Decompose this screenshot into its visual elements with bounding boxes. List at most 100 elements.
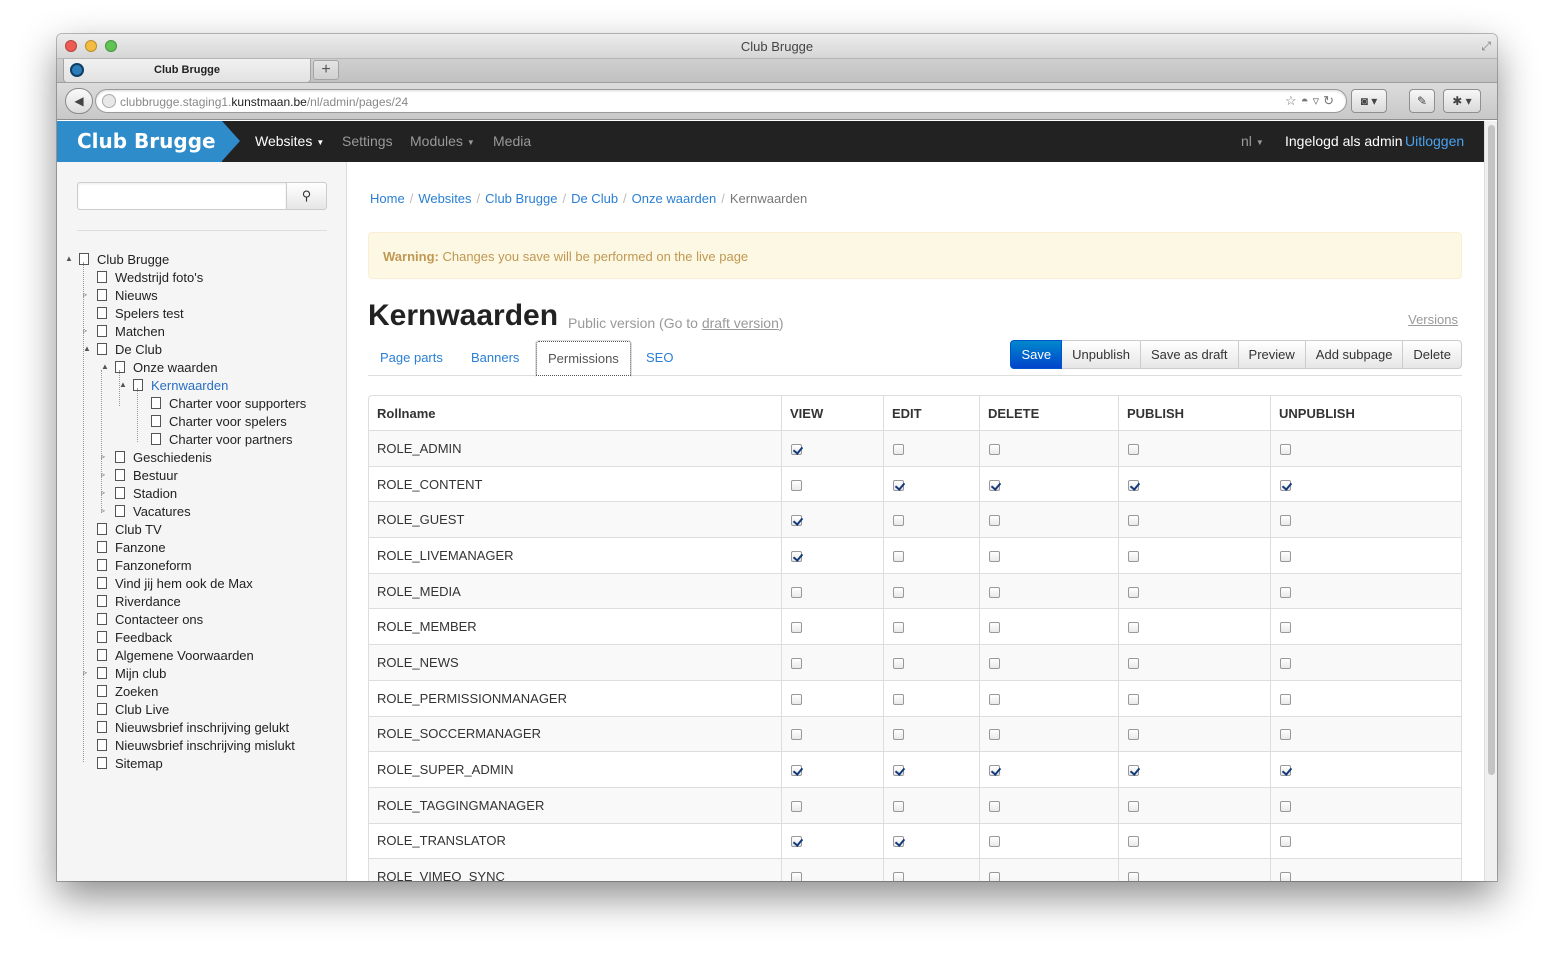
permission-checkbox[interactable] [1280,836,1291,848]
add-subpage-button[interactable]: Add subpage [1305,340,1404,369]
permission-checkbox[interactable] [1128,586,1139,598]
permission-checkbox[interactable] [893,479,904,491]
permission-checkbox[interactable] [791,836,802,848]
unpublish-button[interactable]: Unpublish [1062,340,1141,369]
versions-link[interactable]: Versions [1408,312,1458,327]
tree-item[interactable]: Contacteer ons [97,612,203,630]
permission-checkbox[interactable] [791,693,802,705]
url-field[interactable]: clubbrugge.staging1.kunstmaan.be/nl/admi… [95,89,1347,113]
page-scrollbar[interactable] [1484,121,1497,881]
permission-checkbox[interactable] [791,658,802,670]
logout-link[interactable]: Uitloggen [1405,133,1464,149]
permission-checkbox[interactable] [791,550,802,562]
search-input[interactable] [77,182,287,210]
tree-item[interactable]: Algemene Voorwaarden [97,648,254,666]
fullscreen-icon[interactable]: ⤢ [1481,39,1491,54]
permission-checkbox[interactable] [893,800,904,812]
tree-item[interactable]: ▹ Mijn club [83,666,166,684]
permission-checkbox[interactable] [989,515,1000,527]
tree-item[interactable]: Club TV [97,522,162,540]
breadcrumb-link[interactable]: Websites [418,191,471,206]
permission-checkbox[interactable] [893,872,904,881]
permission-checkbox[interactable] [1128,872,1139,881]
nav-settings[interactable]: Settings [342,133,393,149]
wrench-icon[interactable]: ✎ [1409,89,1435,113]
nav-websites[interactable]: Websites ▼ [255,133,324,149]
permission-checkbox[interactable] [1128,622,1139,634]
tree-item[interactable]: Fanzoneform [97,558,192,576]
tree-item[interactable]: Charter voor supporters [151,396,306,414]
tab-seo[interactable]: SEO [634,340,685,375]
permission-checkbox[interactable] [1280,586,1291,598]
tree-item[interactable]: ▹ Bestuur [101,468,178,486]
breadcrumb-link[interactable]: Home [370,191,405,206]
permission-checkbox[interactable] [989,836,1000,848]
tree-item[interactable]: Vind jij hem ook de Max [97,576,253,594]
permission-checkbox[interactable] [791,872,802,881]
save-button[interactable]: Save [1010,340,1063,369]
tree-item[interactable]: ▲ Kernwaarden [119,378,228,396]
bookmark-star-icon[interactable]: ☆ [1285,93,1301,108]
permission-checkbox[interactable] [1128,693,1139,705]
permission-checkbox[interactable] [1128,479,1139,491]
permission-checkbox[interactable] [1128,729,1139,741]
permission-checkbox[interactable] [1128,550,1139,562]
permission-checkbox[interactable] [989,729,1000,741]
tree-collapse-icon[interactable]: ▲ [83,344,91,353]
permission-checkbox[interactable] [1280,550,1291,562]
tab-banners[interactable]: Banners [459,340,531,375]
permission-checkbox[interactable] [1280,622,1291,634]
permission-checkbox[interactable] [1128,443,1139,455]
permission-checkbox[interactable] [893,586,904,598]
permission-checkbox[interactable] [1128,658,1139,670]
tree-item[interactable]: ▹ Geschiedenis [101,450,212,468]
permission-checkbox[interactable] [893,729,904,741]
nav-media[interactable]: Media [493,133,531,149]
permission-checkbox[interactable] [1128,765,1139,777]
preview-button[interactable]: Preview [1238,340,1306,369]
permission-checkbox[interactable] [1280,443,1291,455]
permission-checkbox[interactable] [893,658,904,670]
permission-checkbox[interactable] [1128,515,1139,527]
permission-checkbox[interactable] [1280,872,1291,881]
permission-checkbox[interactable] [791,515,802,527]
tree-item[interactable]: Feedback [97,630,172,648]
tree-item[interactable]: ▹ Stadion [101,486,177,504]
permission-checkbox[interactable] [989,550,1000,562]
permission-checkbox[interactable] [1280,729,1291,741]
tree-item[interactable]: Sitemap [97,756,163,774]
permission-checkbox[interactable] [989,658,1000,670]
permission-checkbox[interactable] [1280,515,1291,527]
new-tab-button[interactable]: + [313,60,339,80]
breadcrumb-link[interactable]: Club Brugge [485,191,557,206]
tree-item[interactable]: Charter voor spelers [151,414,287,432]
permission-checkbox[interactable] [989,800,1000,812]
breadcrumb-link[interactable]: De Club [571,191,618,206]
permission-checkbox[interactable] [893,550,904,562]
permission-checkbox[interactable] [1280,800,1291,812]
tree-item[interactable]: Riverdance [97,594,181,612]
tree-item[interactable]: ▹ Vacatures [101,504,191,522]
permission-checkbox[interactable] [989,693,1000,705]
brand-logo[interactable]: Club Brugge [57,121,222,162]
pocket-toolbar-button[interactable]: ◙ ▾ [1351,89,1387,113]
permission-checkbox[interactable] [1280,693,1291,705]
tree-item[interactable]: ▹ Nieuws [83,288,158,306]
dropdown-icon[interactable]: ▿ [1313,93,1324,108]
tree-item[interactable]: Fanzone [97,540,166,558]
tab-permissions[interactable]: Permissions [535,340,632,377]
permission-checkbox[interactable] [1128,836,1139,848]
permission-checkbox[interactable] [893,765,904,777]
permission-checkbox[interactable] [893,693,904,705]
tree-item[interactable]: Nieuwsbrief inschrijving mislukt [97,738,295,756]
pocket-icon[interactable]: ◓ [1301,93,1313,108]
tree-item[interactable]: ▲ De Club [83,342,162,360]
tree-item[interactable]: ▲ Club Brugge [65,252,169,270]
tree-item[interactable]: Nieuwsbrief inschrijving gelukt [97,720,289,738]
tree-item[interactable]: Spelers test [97,306,184,324]
permission-checkbox[interactable] [989,443,1000,455]
save-as-draft-button[interactable]: Save as draft [1140,340,1239,369]
permission-checkbox[interactable] [791,443,802,455]
permission-checkbox[interactable] [893,622,904,634]
tree-item[interactable]: Club Live [97,702,169,720]
